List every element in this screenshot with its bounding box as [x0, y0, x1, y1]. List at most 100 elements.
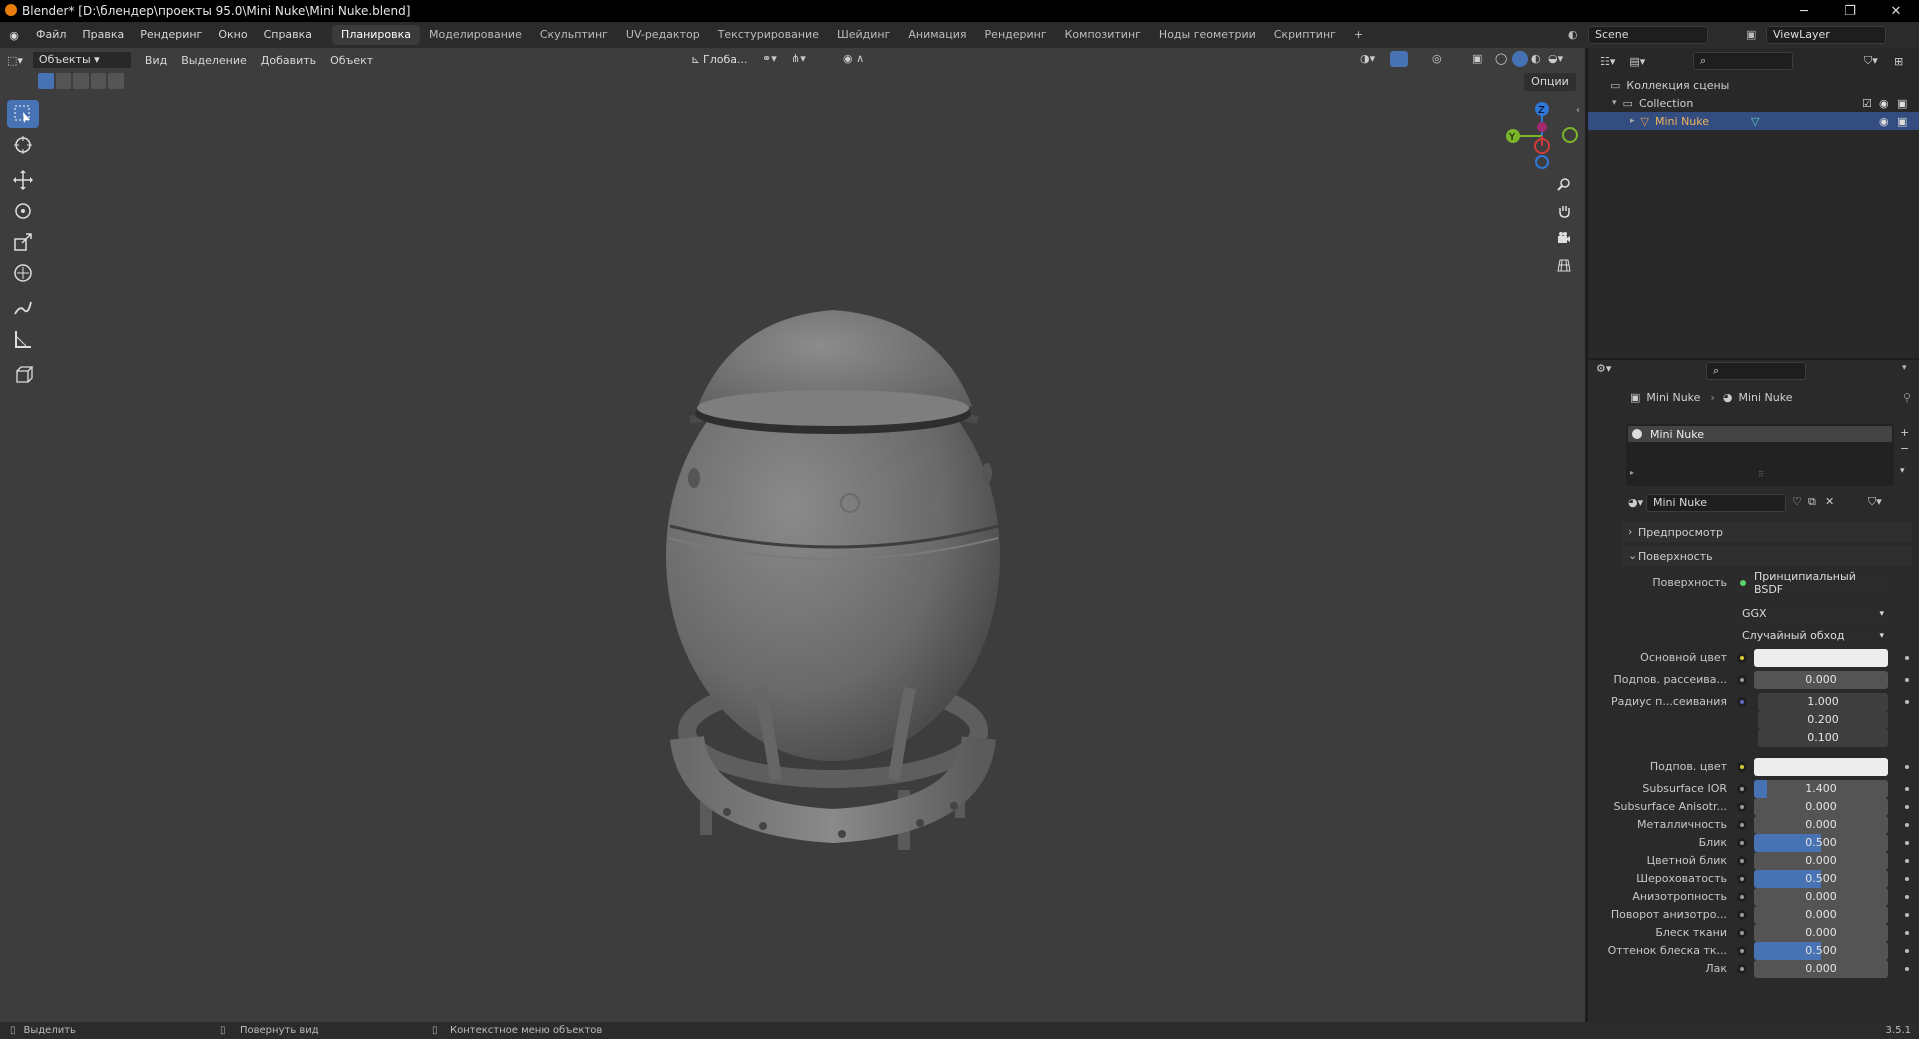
material-name-field[interactable]: Mini Nuke [1646, 494, 1786, 512]
rotate-tool[interactable] [7, 197, 39, 225]
outliner-object-row[interactable]: ▸ ▽ Mini Nuke ▽ ◉ ▣ [1588, 112, 1919, 130]
keyframe-dot-icon[interactable] [1905, 877, 1909, 881]
tab-shading[interactable]: Шейдинг [828, 25, 899, 45]
keyframe-dot-icon[interactable] [1905, 895, 1909, 899]
specular-tint-slider[interactable]: 0.000 [1754, 852, 1888, 870]
panel-preview[interactable]: › Предпросмотр [1622, 522, 1912, 542]
snap-icon[interactable]: ⋔▾ [791, 52, 806, 65]
socket-icon[interactable] [1737, 802, 1747, 812]
socket-icon[interactable] [1737, 784, 1747, 794]
material-slot-list[interactable]: Mini Nuke ▸ ⠿ [1626, 424, 1894, 486]
navigation-gizmo[interactable]: Z Y [1497, 100, 1587, 170]
move-tool[interactable] [7, 166, 39, 194]
tab-uv-editing[interactable]: UV-редактор [617, 25, 709, 45]
keyframe-dot-icon[interactable] [1905, 931, 1909, 935]
panel-surface[interactable]: ⌄ Поверхность [1622, 546, 1912, 566]
socket-icon[interactable] [1737, 928, 1747, 938]
menu-view[interactable]: Вид [138, 54, 174, 67]
subsurface-value[interactable]: 0.000 [1754, 671, 1888, 689]
options-dropdown[interactable]: Опции [1524, 73, 1576, 91]
scene-selector[interactable]: ◐ Scene [1568, 26, 1748, 44]
keyframe-dot-icon[interactable] [1905, 823, 1909, 827]
socket-icon[interactable] [1737, 675, 1747, 685]
resize-grip-icon[interactable]: ⠿ [1758, 470, 1764, 479]
subsurface-anisotropy-slider[interactable]: 0.000 [1754, 798, 1888, 816]
select-invert-icon[interactable] [90, 73, 107, 89]
material-shading-icon[interactable]: ◐ [1531, 52, 1541, 65]
anisotropic-slider[interactable]: 0.000 [1754, 888, 1888, 906]
tab-sculpting[interactable]: Скульптинг [531, 25, 617, 45]
menu-window[interactable]: Окно [210, 22, 255, 48]
expand-arrow-icon[interactable]: ▸ [1630, 468, 1634, 477]
subsurface-ior-slider[interactable]: 1.400 [1754, 780, 1888, 798]
vector-socket-icon[interactable] [1737, 697, 1747, 707]
rendered-shading-icon[interactable]: ◒▾ [1548, 52, 1563, 65]
tab-compositing[interactable]: Композитинг [1056, 25, 1150, 45]
tab-geometry-nodes[interactable]: Ноды геометрии [1150, 25, 1265, 45]
outliner-search-input[interactable]: ⌕ [1693, 52, 1793, 70]
link-filter-icon[interactable]: ⛉▾ [1868, 495, 1882, 509]
clearcoat-slider[interactable]: 0.000 [1754, 960, 1888, 978]
material-slot-item[interactable]: Mini Nuke [1628, 426, 1892, 442]
scene-field[interactable]: Scene [1588, 26, 1708, 44]
subsurface-color-swatch[interactable] [1754, 758, 1888, 776]
subsurface-radius-z[interactable]: 0.100 [1758, 729, 1888, 747]
select-box-tool[interactable] [7, 100, 39, 128]
add-workspace-icon[interactable]: + [1345, 25, 1372, 45]
tab-scripting[interactable]: Скриптинг [1265, 25, 1345, 45]
mesh-data-icon[interactable]: ▽ [1751, 115, 1759, 128]
measure-tool[interactable] [7, 325, 39, 353]
expand-arrow-icon[interactable]: ▾ [1612, 98, 1617, 108]
outliner-collection-row[interactable]: ▾ ▭ Collection ☑ ◉ ▣ [1588, 94, 1919, 112]
chevron-down-icon[interactable]: ▾ [1902, 363, 1907, 373]
keyframe-dot-icon[interactable] [1905, 949, 1909, 953]
color-socket-icon[interactable] [1737, 653, 1747, 663]
subsurface-method-dropdown[interactable]: Случайный обход ▾ [1736, 627, 1888, 645]
socket-icon[interactable] [1737, 892, 1747, 902]
sheen-slider[interactable]: 0.000 [1754, 924, 1888, 942]
scale-tool[interactable] [7, 228, 39, 256]
subsurface-radius-x[interactable]: 1.000 [1758, 693, 1888, 711]
color-socket-icon[interactable] [1737, 762, 1747, 772]
menu-add[interactable]: Добавить [254, 54, 323, 67]
keyframe-dot-icon[interactable] [1905, 787, 1909, 791]
view-layer-field[interactable]: ViewLayer [1766, 26, 1886, 44]
overlay-icon[interactable]: ◎ [1432, 52, 1442, 65]
socket-icon[interactable] [1737, 838, 1747, 848]
surface-shader-selector[interactable]: Принципиальный BSDF [1736, 570, 1888, 596]
keyframe-dot-icon[interactable] [1905, 967, 1909, 971]
socket-icon[interactable] [1737, 910, 1747, 920]
tab-texture-paint[interactable]: Текстурирование [709, 25, 828, 45]
menu-help[interactable]: Справка [256, 22, 320, 48]
menu-edit[interactable]: Правка [74, 22, 132, 48]
select-new-icon[interactable] [38, 73, 54, 89]
zoom-icon[interactable] [1552, 172, 1576, 196]
socket-icon[interactable] [1737, 820, 1747, 830]
anisotropic-rotation-slider[interactable]: 0.000 [1754, 906, 1888, 924]
roughness-slider[interactable]: 0.500 [1754, 870, 1888, 888]
minimize-button[interactable]: ─ [1781, 0, 1827, 22]
blender-menu-icon[interactable]: ◉ [0, 29, 28, 42]
view-layer-selector[interactable]: ▣ ViewLayer [1746, 26, 1916, 44]
select-subtract-icon[interactable] [73, 73, 89, 89]
keyframe-dot-icon[interactable] [1905, 841, 1909, 845]
browse-material-icon[interactable]: ◕▾ [1628, 496, 1643, 509]
annotate-tool[interactable] [7, 294, 39, 322]
3d-viewport[interactable] [0, 48, 1585, 1022]
mode-selector[interactable]: Объекты ▾ [31, 51, 132, 69]
fake-user-icon[interactable]: ♡ [1792, 495, 1802, 508]
add-slot-icon[interactable]: + [1900, 426, 1909, 439]
properties-search-input[interactable]: ⌕ [1706, 362, 1806, 380]
display-mode-icon[interactable]: ▤▾ [1629, 55, 1645, 68]
sheen-tint-slider[interactable]: 0.500 [1754, 942, 1888, 960]
menu-object[interactable]: Объект [323, 54, 380, 67]
visibility-icon[interactable]: ◑▾ [1360, 52, 1375, 65]
filter-icon[interactable]: ⛉▾ [1864, 54, 1878, 68]
select-extend-icon[interactable] [55, 73, 72, 89]
pin-icon[interactable]: ⚲ [1903, 391, 1911, 404]
menu-select[interactable]: Выделение [174, 54, 254, 67]
eye-icon[interactable]: ◉ [1879, 115, 1889, 128]
proportional-edit-icon[interactable]: ◉ ∧ [843, 52, 864, 65]
pan-hand-icon[interactable] [1552, 199, 1576, 223]
expand-arrow-icon[interactable]: ▸ [1630, 116, 1635, 126]
